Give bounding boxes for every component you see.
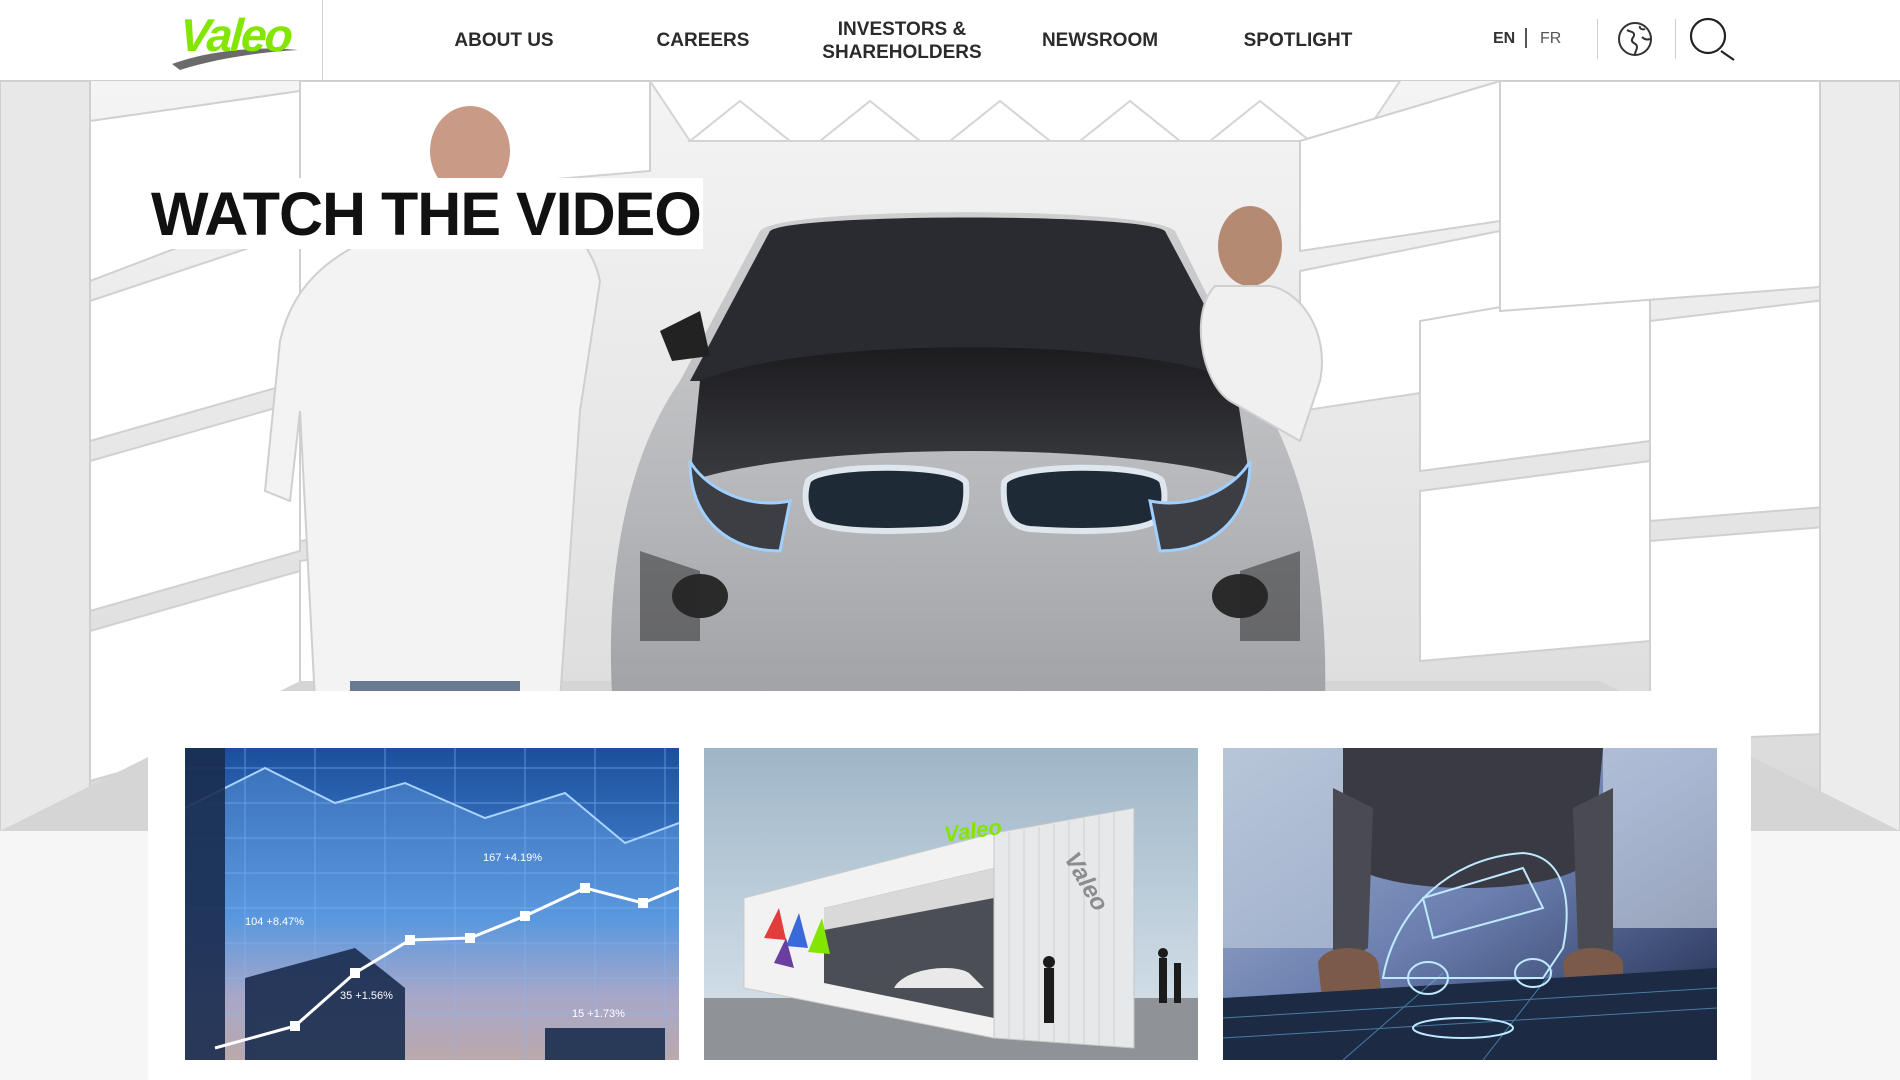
site-header: Valeo ABOUT US CAREERS INVESTORS & SHARE… (0, 0, 1900, 81)
nav-about-us[interactable]: ABOUT US (424, 0, 584, 81)
valeo-logo[interactable]: Valeo (170, 6, 300, 72)
card-pavilion-image (704, 748, 1198, 1060)
chart-label: 35 +1.56% (340, 990, 393, 1002)
lang-fr-link[interactable]: FR (1540, 30, 1561, 48)
chart-label: 167 +4.19% (483, 852, 543, 864)
logo-cell: Valeo (0, 0, 323, 81)
card-exhibition-pavilion[interactable]: Valeo Valeo (704, 748, 1198, 1060)
card-holographic-car[interactable] (1223, 748, 1717, 1060)
chart-label: 15 +1.73% (572, 1008, 625, 1020)
card-holographic-car-image (1223, 748, 1717, 1060)
nav-newsroom[interactable]: NEWSROOM (1020, 0, 1180, 81)
featured-cards-panel: 167 +4.19% 104 +8.47% 35 +1.56% 15 +1.73… (148, 691, 1751, 1080)
logo-text: Valeo (178, 9, 293, 61)
globe-icon[interactable] (1616, 20, 1654, 58)
search-icon[interactable] (1688, 16, 1736, 64)
card-stock-chart[interactable]: 167 +4.19% 104 +8.47% 35 +1.56% 15 +1.73… (185, 748, 679, 1060)
hero-title-watch-video[interactable]: WATCH THE VIDEO (149, 178, 703, 249)
nav-careers[interactable]: CAREERS (623, 0, 783, 81)
lang-en-link[interactable]: EN (1493, 30, 1515, 48)
nav-spotlight[interactable]: SPOTLIGHT (1218, 0, 1378, 81)
header-divider (1675, 19, 1676, 59)
lang-separator (1525, 28, 1527, 48)
header-divider (1597, 19, 1598, 59)
chart-label: 104 +8.47% (245, 916, 305, 928)
nav-investors-shareholders[interactable]: INVESTORS & SHAREHOLDERS (800, 0, 1004, 81)
